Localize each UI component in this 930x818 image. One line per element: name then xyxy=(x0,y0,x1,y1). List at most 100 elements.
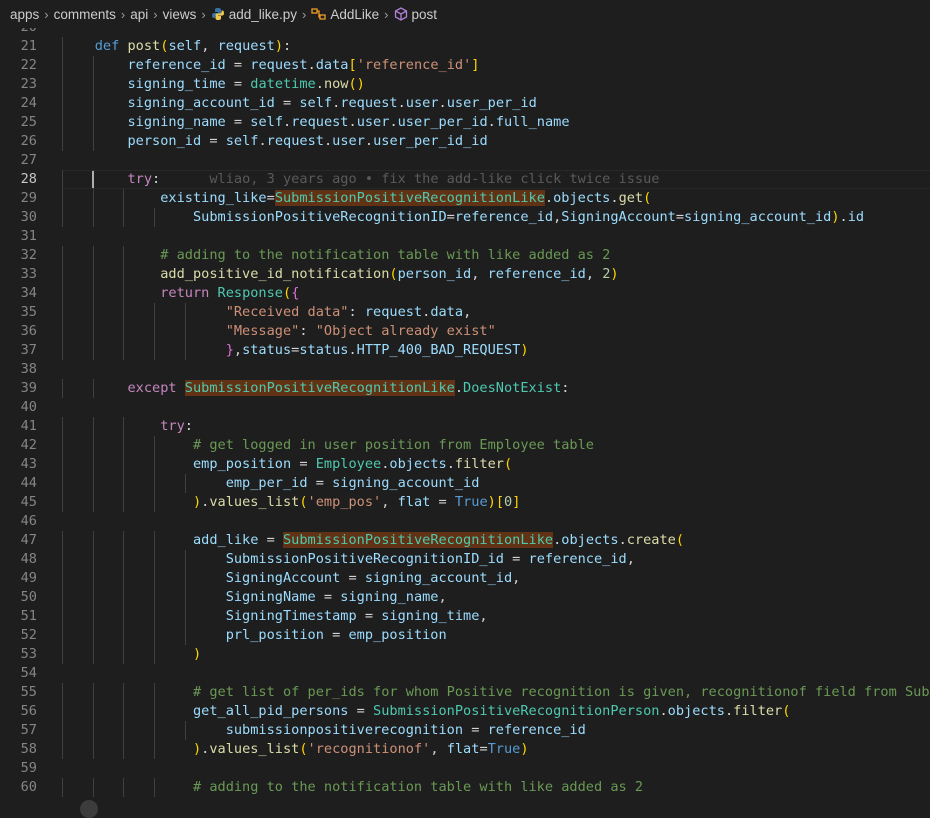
code-token: data xyxy=(430,304,464,320)
code-line[interactable]: 44 emp_per_id = signing_account_id xyxy=(0,474,930,493)
code-line[interactable]: 33 add_positive_id_notification(person_i… xyxy=(0,265,930,284)
breadcrumb-apps[interactable]: apps xyxy=(10,7,39,22)
code-token: HTTP_400_BAD_REQUEST xyxy=(356,342,521,358)
code-token: request xyxy=(217,38,275,54)
code-token: person_id xyxy=(127,133,202,149)
code-token: ) xyxy=(520,342,529,358)
line-number: 50 xyxy=(20,589,37,605)
code-line[interactable]: 36 "Message": "Object already exist" xyxy=(0,322,930,341)
line-number: 53 xyxy=(20,646,37,662)
code-line[interactable]: 26 person_id = self.request.user.user_pe… xyxy=(0,132,930,151)
code-token: flat xyxy=(397,494,431,510)
code-line[interactable]: 52 prl_position = emp_position xyxy=(0,626,930,645)
breadcrumb-method[interactable]: post xyxy=(412,7,438,22)
code-token: ( xyxy=(504,456,513,472)
code-token: signing_time xyxy=(381,608,480,624)
breadcrumb-views[interactable]: views xyxy=(163,7,197,22)
code-line[interactable]: 38 xyxy=(0,360,930,379)
code-token: ( xyxy=(643,190,652,206)
breadcrumb-api[interactable]: api xyxy=(130,7,148,22)
code-token: datetime xyxy=(250,76,316,92)
code-token: request xyxy=(250,57,308,73)
line-number: 44 xyxy=(20,475,37,491)
code-line[interactable]: 24 signing_account_id = self.request.use… xyxy=(0,94,930,113)
code-token: , xyxy=(201,38,218,54)
code-token: = xyxy=(340,570,365,586)
code-line[interactable]: 57 submissionpositiverecognition = refer… xyxy=(0,721,930,740)
code-token: id xyxy=(847,209,865,225)
code-line[interactable]: 45 ).values_list('emp_pos', flat = True)… xyxy=(0,493,930,512)
code-text: def post(self, request): xyxy=(62,37,291,56)
code-line[interactable]: 30 SubmissionPositiveRecognitionID=refer… xyxy=(0,208,930,227)
code-line[interactable]: 23 signing_time = datetime.now() xyxy=(0,75,930,94)
code-token: request xyxy=(364,304,423,320)
code-token: : xyxy=(184,418,193,434)
code-text: # adding to the notification table with … xyxy=(62,246,610,265)
code-text: submissionpositiverecognition = referenc… xyxy=(62,721,586,740)
code-line[interactable]: 47 add_like = SubmissionPositiveRecognit… xyxy=(0,531,930,550)
code-line[interactable]: 31 xyxy=(0,227,930,246)
code-line[interactable]: 49 SigningAccount = signing_account_id, xyxy=(0,569,930,588)
line-number: 34 xyxy=(20,285,37,301)
code-line[interactable]: 41 try: xyxy=(0,417,930,436)
code-line[interactable]: 29 existing_like=SubmissionPositiveRecog… xyxy=(0,189,930,208)
line-number: 49 xyxy=(20,570,37,586)
code-line[interactable]: 46 xyxy=(0,512,930,531)
code-line[interactable]: 21 def post(self, request): xyxy=(0,37,930,56)
line-number: 38 xyxy=(20,361,37,377)
code-line[interactable]: 42 # get logged in user position from Em… xyxy=(0,436,930,455)
code-line[interactable]: 48 SubmissionPositiveRecognitionID_id = … xyxy=(0,550,930,569)
breadcrumb-file[interactable]: add_like.py xyxy=(229,7,297,22)
code-token: ) xyxy=(487,494,496,510)
code-token: ( xyxy=(389,266,398,282)
breadcrumb-class[interactable]: AddLike xyxy=(330,7,379,22)
code-line[interactable]: 25 signing_name = self.request.user.user… xyxy=(0,113,930,132)
line-number: 48 xyxy=(20,551,37,567)
code-line[interactable]: 39 except SubmissionPositiveRecognitionL… xyxy=(0,379,930,398)
code-line[interactable]: 54 xyxy=(0,664,930,683)
code-line[interactable]: 22 reference_id = request.data['referenc… xyxy=(0,56,930,75)
code-line[interactable]: 28 try: wliao, 3 years ago • fix the add… xyxy=(0,170,930,189)
code-token: create xyxy=(626,532,676,548)
code-line[interactable]: 20 xyxy=(0,28,930,37)
code-token: . xyxy=(659,703,668,719)
breadcrumb-comments[interactable]: comments xyxy=(54,7,116,22)
code-line[interactable]: 37 },status=status.HTTP_400_BAD_REQUEST) xyxy=(0,341,930,360)
scroll-indicator[interactable] xyxy=(80,800,98,818)
code-token: ) xyxy=(831,209,840,225)
code-token: = xyxy=(446,209,455,225)
code-line[interactable]: 50 SigningName = signing_name, xyxy=(0,588,930,607)
code-line[interactable]: 51 SigningTimestamp = signing_time, xyxy=(0,607,930,626)
code-token: . xyxy=(454,380,464,396)
code-text: SubmissionPositiveRecognitionID_id = ref… xyxy=(62,550,635,569)
code-line[interactable]: 60 # adding to the notification table wi… xyxy=(0,778,930,797)
code-line[interactable]: 43 emp_position = Employee.objects.filte… xyxy=(0,455,930,474)
code-line[interactable]: 40 xyxy=(0,398,930,417)
code-token: person_id xyxy=(397,266,472,282)
code-token: = xyxy=(291,456,316,472)
code-line[interactable]: 55 # get list of per_ids for whom Positi… xyxy=(0,683,930,702)
code-line[interactable]: 34 return Response({ xyxy=(0,284,930,303)
code-token: = xyxy=(430,494,455,510)
code-editor[interactable]: 2021 def post(self, request):22 referenc… xyxy=(0,28,930,806)
chevron-right-icon: › xyxy=(302,6,307,22)
code-token: . xyxy=(348,114,357,130)
code-token: # adding to the notification table with … xyxy=(192,779,644,795)
code-line[interactable]: 59 xyxy=(0,759,930,778)
code-line[interactable]: 53 ) xyxy=(0,645,930,664)
code-text: existing_like=SubmissionPositiveRecognit… xyxy=(62,189,651,208)
code-token: = xyxy=(258,532,283,548)
code-token: : xyxy=(152,171,161,187)
code-line[interactable]: 58 ).values_list('recognitionof', flat=T… xyxy=(0,740,930,759)
code-token: . xyxy=(364,133,374,149)
code-line[interactable]: 27 xyxy=(0,151,930,170)
code-line[interactable]: 56 get_all_pid_persons = SubmissionPosit… xyxy=(0,702,930,721)
code-line[interactable]: 35 "Received data": request.data, xyxy=(0,303,930,322)
code-line[interactable]: 32 # adding to the notification table wi… xyxy=(0,246,930,265)
